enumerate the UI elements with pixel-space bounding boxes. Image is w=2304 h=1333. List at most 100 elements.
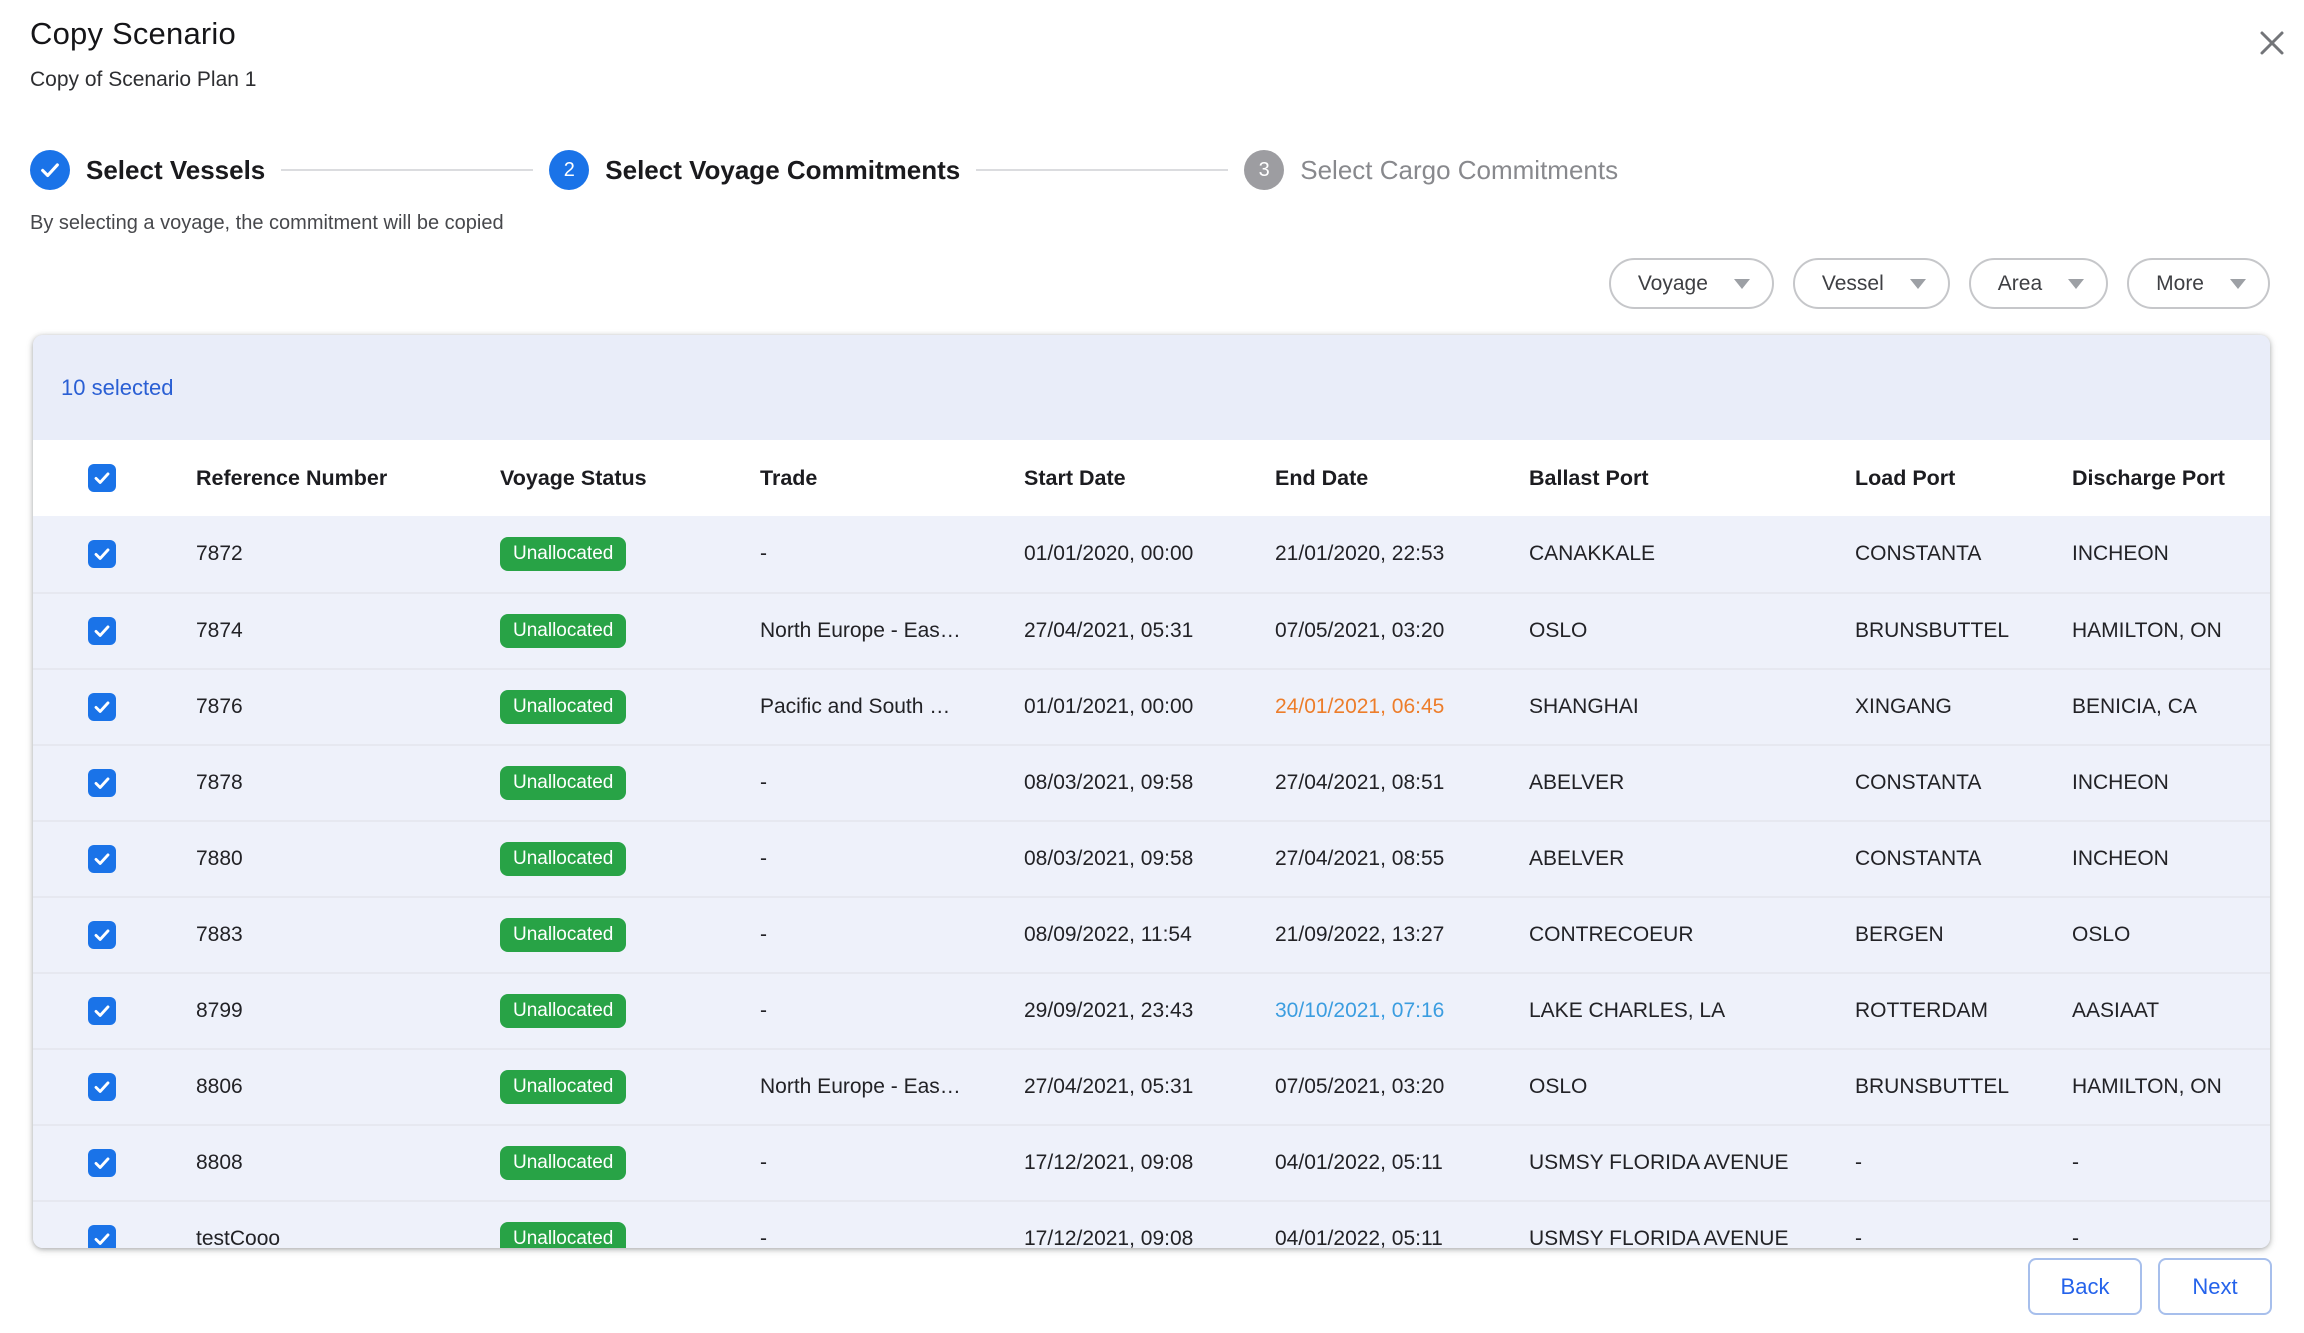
voyage-status-badge: Unallocated [500,918,626,952]
step-select-cargo-commitments[interactable]: 3 Select Cargo Commitments [1244,150,1618,190]
filter-label: More [2156,272,2204,296]
select-all-checkbox[interactable] [88,464,116,492]
cell-reference-number: 7872 [196,542,500,566]
table-row[interactable]: 7880 Unallocated - 08/03/2021, 09:58 27/… [33,820,2270,896]
check-icon [93,850,111,868]
back-button[interactable]: Back [2028,1258,2142,1315]
cell-end-date: 07/05/2021, 03:20 [1275,619,1529,643]
cell-end-date: 04/01/2022, 05:11 [1275,1227,1529,1248]
step-select-voyage-commitments[interactable]: 2 Select Voyage Commitments [549,150,960,190]
cell-end-date: 27/04/2021, 08:55 [1275,847,1529,871]
voyage-status-badge: Unallocated [500,690,626,724]
voyage-status-badge: Unallocated [500,766,626,800]
table-row[interactable]: 8808 Unallocated - 17/12/2021, 09:08 04/… [33,1124,2270,1200]
voyage-status-badge: Unallocated [500,994,626,1028]
cell-load-port: ROTTERDAM [1855,999,2072,1023]
column-header-discharge-port: Discharge Port [2072,466,2270,491]
chevron-down-icon [1734,279,1750,289]
cell-end-date: 24/01/2021, 06:45 [1275,695,1529,719]
chevron-down-icon [1910,279,1926,289]
cell-discharge-port: HAMILTON, ON [2072,619,2270,643]
table-row[interactable]: 8806 Unallocated North Europe - Eas… 27/… [33,1048,2270,1124]
check-icon [93,622,111,640]
row-checkbox[interactable] [88,1225,116,1248]
cell-ballast-port: CONTRECOEUR [1529,923,1855,947]
cell-end-date: 04/01/2022, 05:11 [1275,1151,1529,1175]
table-row[interactable]: 7872 Unallocated - 01/01/2020, 00:00 21/… [33,516,2270,592]
cell-trade: North Europe - Eas… [760,619,1024,643]
row-checkbox[interactable] [88,617,116,645]
table-row[interactable]: 7883 Unallocated - 08/09/2022, 11:54 21/… [33,896,2270,972]
column-header-trade: Trade [760,466,1024,491]
selection-banner: 10 selected [33,335,2270,440]
cell-reference-number: testCooo [196,1227,500,1248]
cell-start-date: 01/01/2021, 00:00 [1024,695,1275,719]
voyage-status-badge: Unallocated [500,1146,626,1180]
cell-load-port: BRUNSBUTTEL [1855,1075,2072,1099]
cell-start-date: 29/09/2021, 23:43 [1024,999,1275,1023]
close-icon [2257,28,2287,58]
row-checkbox[interactable] [88,1073,116,1101]
filter-voyage-button[interactable]: Voyage [1609,258,1774,309]
row-checkbox[interactable] [88,845,116,873]
step-number-badge: 3 [1244,150,1284,190]
row-checkbox[interactable] [88,769,116,797]
filter-label: Vessel [1822,272,1884,296]
cell-ballast-port: ABELVER [1529,771,1855,795]
row-checkbox[interactable] [88,1149,116,1177]
row-checkbox[interactable] [88,921,116,949]
cell-discharge-port: INCHEON [2072,771,2270,795]
row-checkbox[interactable] [88,693,116,721]
table-row[interactable]: 8799 Unallocated - 29/09/2021, 23:43 30/… [33,972,2270,1048]
cell-discharge-port: BENICIA, CA [2072,695,2270,719]
step-label: Select Vessels [86,155,265,186]
cell-trade: - [760,999,1024,1023]
cell-discharge-port: INCHEON [2072,542,2270,566]
table-row[interactable]: 7874 Unallocated North Europe - Eas… 27/… [33,592,2270,668]
filter-vessel-button[interactable]: Vessel [1793,258,1950,309]
table-row[interactable]: testCooo Unallocated - 17/12/2021, 09:08… [33,1200,2270,1248]
voyage-table-card: 10 selected Reference NumberVoyage Statu… [33,335,2270,1248]
row-checkbox[interactable] [88,540,116,568]
check-icon [93,1002,111,1020]
filter-more-button[interactable]: More [2127,258,2270,309]
column-header-reference-number: Reference Number [196,466,500,491]
step-select-vessels[interactable]: Select Vessels [30,150,265,190]
column-header-voyage-status: Voyage Status [500,466,760,491]
cell-load-port: CONSTANTA [1855,847,2072,871]
cell-start-date: 17/12/2021, 09:08 [1024,1227,1275,1248]
next-button[interactable]: Next [2158,1258,2272,1315]
row-checkbox[interactable] [88,997,116,1025]
filter-area-button[interactable]: Area [1969,258,2108,309]
close-button[interactable] [2251,22,2293,64]
cell-start-date: 27/04/2021, 05:31 [1024,1075,1275,1099]
cell-ballast-port: SHANGHAI [1529,695,1855,719]
cell-reference-number: 8806 [196,1075,500,1099]
cell-reference-number: 7880 [196,847,500,871]
cell-end-date: 27/04/2021, 08:51 [1275,771,1529,795]
cell-trade: Pacific and South … [760,695,1024,719]
cell-discharge-port: - [2072,1227,2270,1248]
cell-load-port: - [1855,1227,2072,1248]
cell-trade: - [760,847,1024,871]
cell-ballast-port: OSLO [1529,1075,1855,1099]
cell-ballast-port: ABELVER [1529,847,1855,871]
table-header-row: Reference NumberVoyage StatusTradeStart … [33,440,2270,516]
dialog-subtitle: Copy of Scenario Plan 1 [30,68,256,92]
table-row[interactable]: 7878 Unallocated - 08/03/2021, 09:58 27/… [33,744,2270,820]
step-number-badge: 2 [549,150,589,190]
cell-trade: - [760,771,1024,795]
step-completed-check-icon [30,150,70,190]
cell-reference-number: 8799 [196,999,500,1023]
cell-trade: - [760,1227,1024,1248]
column-header-ballast-port: Ballast Port [1529,466,1855,491]
chevron-down-icon [2068,279,2084,289]
cell-discharge-port: OSLO [2072,923,2270,947]
cell-end-date: 07/05/2021, 03:20 [1275,1075,1529,1099]
table-row[interactable]: 7876 Unallocated Pacific and South … 01/… [33,668,2270,744]
table-body: 7872 Unallocated - 01/01/2020, 00:00 21/… [33,516,2270,1248]
cell-start-date: 08/03/2021, 09:58 [1024,847,1275,871]
column-header-end-date: End Date [1275,466,1529,491]
voyage-status-badge: Unallocated [500,1222,626,1248]
cell-end-date: 21/01/2020, 22:53 [1275,542,1529,566]
